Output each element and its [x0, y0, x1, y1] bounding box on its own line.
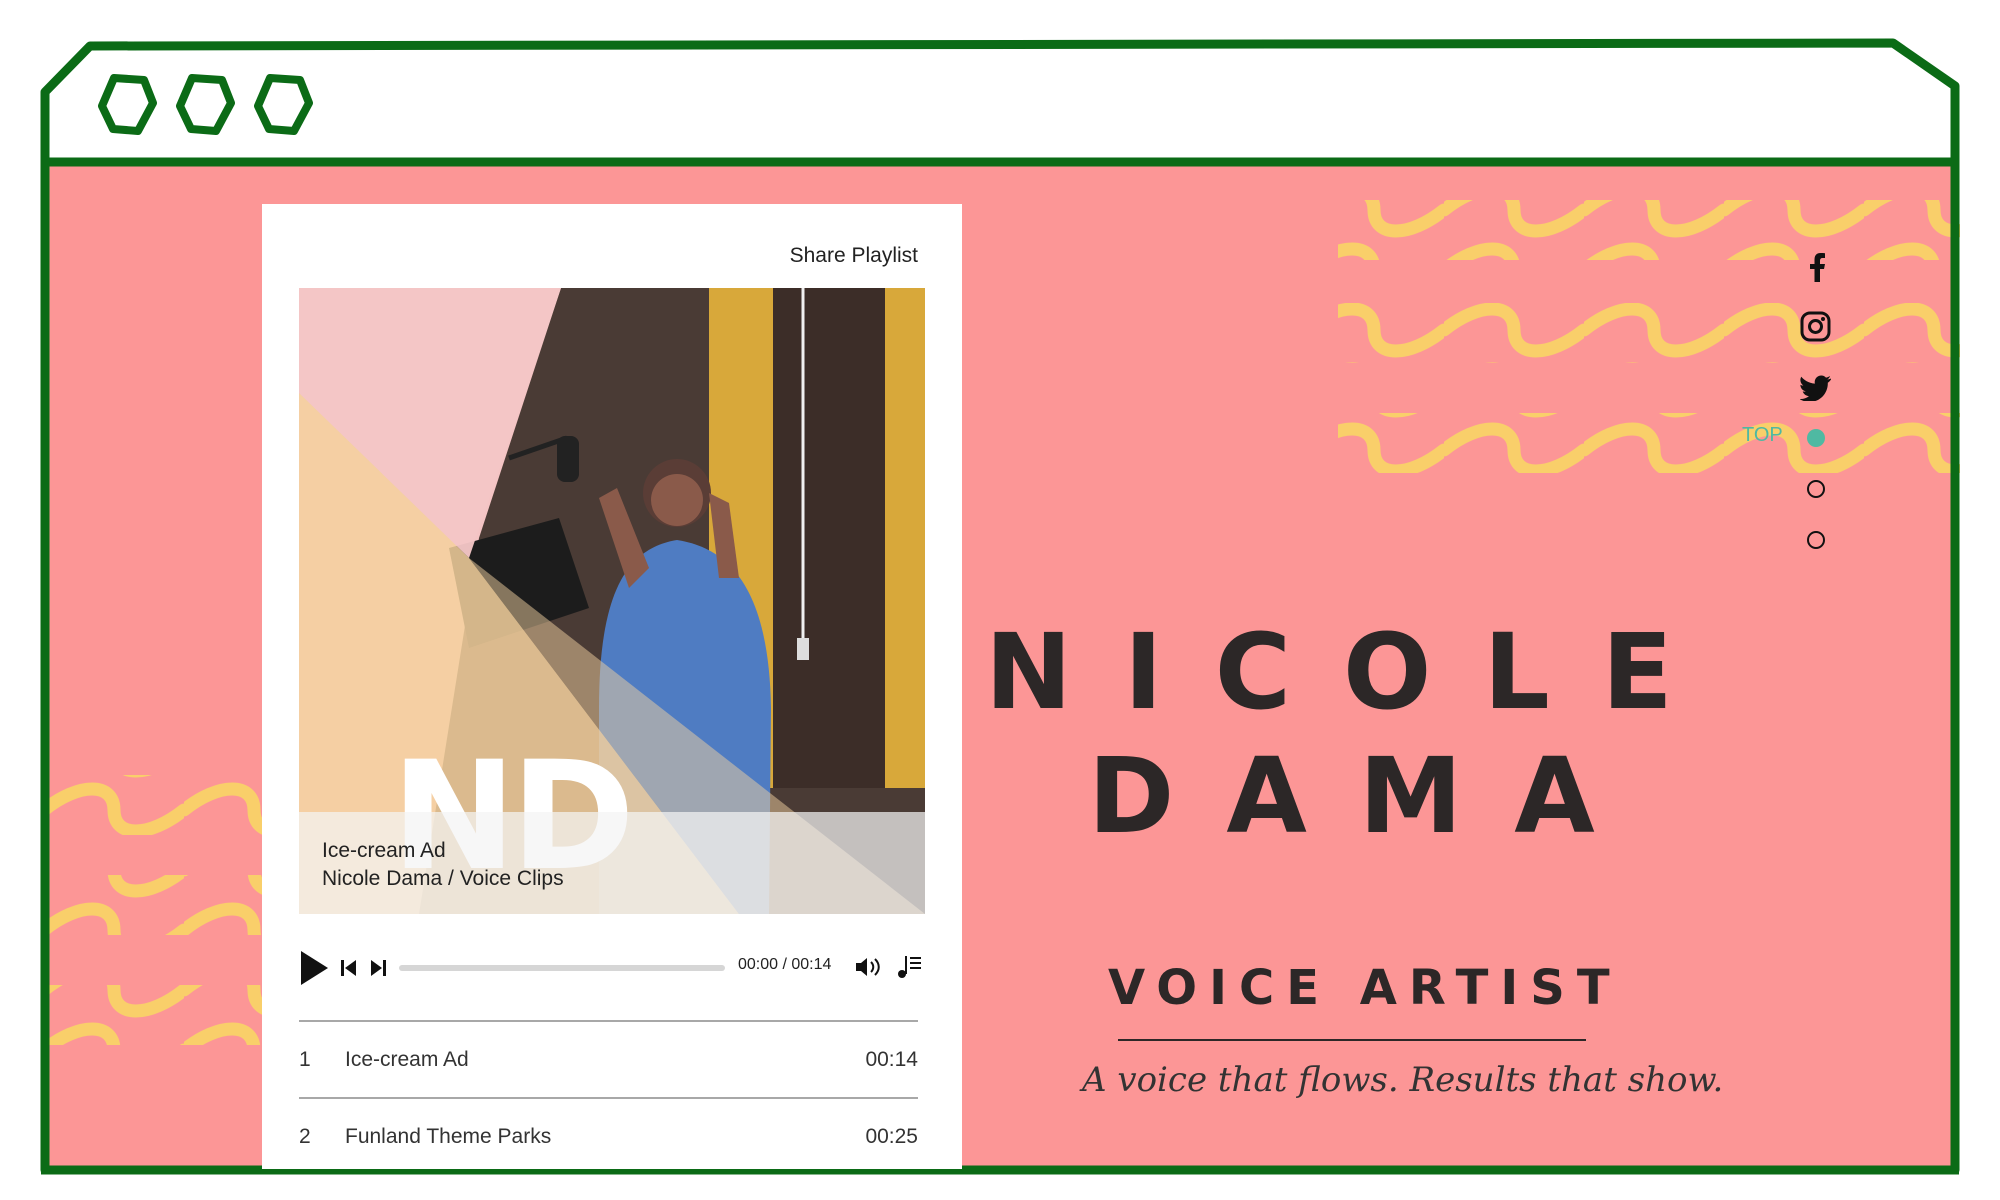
- instagram-icon[interactable]: [1800, 311, 1831, 342]
- volume-icon[interactable]: [855, 956, 883, 978]
- previous-track-icon[interactable]: [341, 959, 357, 977]
- album-cover: ND Ice-cream Ad Nicole Dama / Voice Clip…: [299, 288, 925, 914]
- nav-dot-top[interactable]: [1807, 429, 1825, 447]
- time-display: 00:00 / 00:14: [738, 956, 832, 973]
- progress-bar[interactable]: [399, 965, 725, 971]
- track-number: 1: [299, 1048, 311, 1071]
- artist-first-name: NICOLE: [985, 611, 1725, 733]
- track-row[interactable]: 1 Ice-cream Ad 00:14: [299, 1020, 918, 1098]
- track-duration: 00:25: [865, 1125, 918, 1148]
- player-controls: 00:00 / 00:14: [299, 942, 925, 992]
- now-playing-info: Ice-cream Ad Nicole Dama / Voice Clips: [299, 812, 925, 914]
- next-track-icon[interactable]: [370, 959, 386, 977]
- track-number: 2: [299, 1125, 311, 1148]
- facebook-icon[interactable]: [1808, 252, 1826, 282]
- decorative-waves-right: [1338, 200, 1960, 473]
- artist-last-name: DAMA: [1088, 735, 1647, 857]
- nav-dot-section-3[interactable]: [1807, 531, 1825, 549]
- artist-title: VOICE ARTIST: [1108, 960, 1622, 1016]
- track-duration: 00:14: [865, 1048, 918, 1071]
- track-name: Ice-cream Ad: [345, 1048, 469, 1071]
- now-playing-title: Ice-cream Ad: [322, 839, 446, 862]
- twitter-icon[interactable]: [1800, 375, 1832, 401]
- music-player: Share Playlist ND: [262, 204, 962, 1169]
- artist-name: NICOLE DAMA: [985, 610, 1745, 858]
- playlist-icon[interactable]: [897, 952, 923, 980]
- top-label: TOP: [1742, 424, 1783, 446]
- nav-dot-section-2[interactable]: [1807, 480, 1825, 498]
- track-row[interactable]: 2 Funland Theme Parks 00:25: [299, 1097, 918, 1169]
- decorative-waves-left: [48, 775, 262, 1045]
- tagline: A voice that flows. Results that show.: [1082, 1060, 1724, 1100]
- play-icon[interactable]: [299, 951, 329, 985]
- now-playing-subtitle: Nicole Dama / Voice Clips: [322, 867, 564, 890]
- title-divider: [1118, 1039, 1586, 1041]
- share-playlist-link[interactable]: Share Playlist: [790, 244, 918, 268]
- track-name: Funland Theme Parks: [345, 1125, 552, 1148]
